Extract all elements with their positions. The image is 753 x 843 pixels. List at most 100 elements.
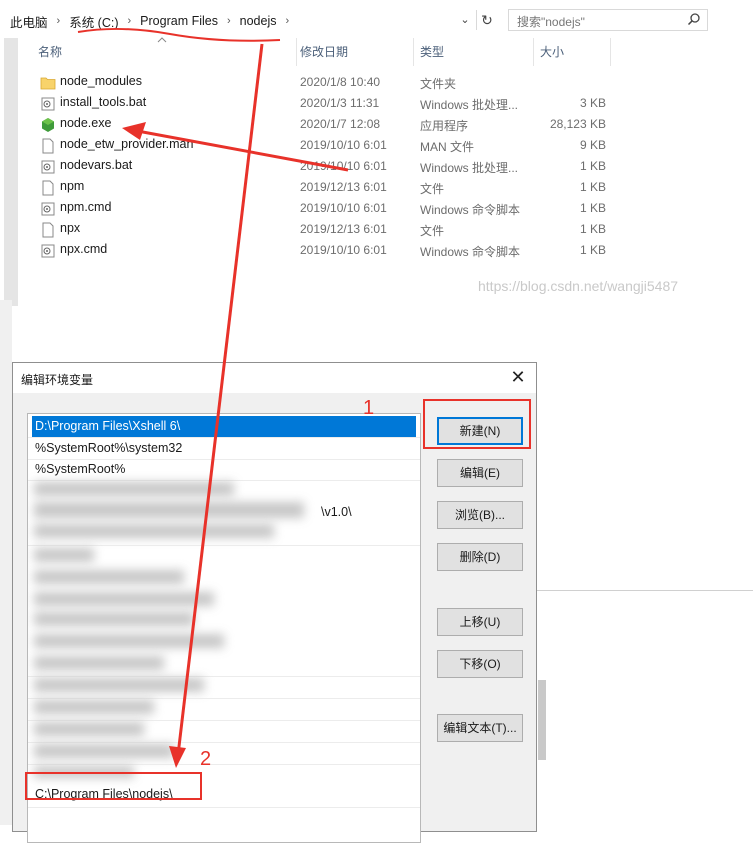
path-list[interactable]: D:\Program Files\Xshell 6\ %SystemRoot%\… xyxy=(27,413,421,843)
watermark-text: https://blog.csdn.net/wangji5487 xyxy=(478,278,679,294)
file-date: 2020/1/7 12:08 xyxy=(300,117,381,131)
file-name: npm xyxy=(60,179,85,193)
close-icon[interactable]: ✕ xyxy=(506,366,530,390)
file-type: MAN 文件 xyxy=(420,140,475,154)
column-divider[interactable] xyxy=(296,38,297,66)
list-item-systemroot[interactable]: %SystemRoot% xyxy=(32,459,416,480)
file-row[interactable]: npm.cmd 2019/10/10 6:01 Windows 命令脚本 1 K… xyxy=(30,198,630,219)
file-type: 文件夹 xyxy=(420,77,457,91)
file-row[interactable]: node.exe 2020/1/7 12:08 应用程序 28,123 KB xyxy=(30,114,630,135)
background-window-edge xyxy=(0,300,12,825)
file-row[interactable]: node_etw_provider.man 2019/10/10 6:01 MA… xyxy=(30,135,630,156)
file-size: 1 KB xyxy=(579,159,606,173)
list-divider xyxy=(28,676,420,677)
list-divider xyxy=(28,720,420,721)
blurred-entry xyxy=(34,722,144,736)
file-row[interactable]: npm 2019/12/13 6:01 文件 1 KB xyxy=(30,177,630,198)
dialog-titlebar[interactable]: 编辑环境变量 ✕ xyxy=(13,363,536,393)
new-button[interactable]: 新建(N) xyxy=(437,417,523,445)
list-divider xyxy=(28,480,420,481)
file-size: 3 KB xyxy=(579,96,606,110)
column-type[interactable]: 类型 xyxy=(420,38,444,66)
blurred-entry xyxy=(34,766,134,778)
search-placeholder: 搜索"nodejs" xyxy=(517,15,585,29)
breadcrumb-nodejs[interactable]: nodejs xyxy=(236,14,281,28)
navigation-pane-edge xyxy=(4,38,18,306)
folder-icon xyxy=(40,77,56,90)
blurred-entry xyxy=(34,700,154,714)
edit-text-button[interactable]: 编辑文本(T)... xyxy=(437,714,523,742)
breadcrumb-system-c[interactable]: 系统 (C:) xyxy=(65,12,122,31)
file-date: 2020/1/3 11:31 xyxy=(300,96,380,110)
list-divider xyxy=(28,742,420,743)
file-name: nodevars.bat xyxy=(60,158,133,172)
blurred-entry xyxy=(34,482,234,496)
blurred-entry xyxy=(34,548,94,562)
column-divider[interactable] xyxy=(533,38,534,66)
column-date[interactable]: 修改日期 xyxy=(300,38,348,66)
file-date: 2020/1/8 10:40 xyxy=(300,75,381,89)
list-item-powershell-fragment[interactable]: \v1.0\ xyxy=(318,502,408,523)
column-headers: 名称 修改日期 类型 大小 xyxy=(0,37,753,66)
blurred-entry xyxy=(34,744,174,758)
breadcrumb: 此电脑 › 系统 (C:) › Program Files › nodejs › xyxy=(6,12,294,30)
file-size: 1 KB xyxy=(579,201,606,215)
file-row[interactable]: npx.cmd 2019/10/10 6:01 Windows 命令脚本 1 K… xyxy=(30,240,630,261)
column-size[interactable]: 大小 xyxy=(540,38,564,66)
list-divider xyxy=(28,764,420,765)
file-name: npx xyxy=(60,221,81,235)
edit-env-var-dialog: 编辑环境变量 ✕ D:\Program Files\Xshell 6\ %Sys… xyxy=(12,362,537,843)
address-history-dropdown-icon[interactable]: ⌄ xyxy=(457,12,473,28)
chevron-right-icon: › xyxy=(127,15,132,27)
blurred-entry xyxy=(34,592,214,606)
file-name: install_tools.bat xyxy=(60,95,147,109)
file-size: 9 KB xyxy=(579,138,606,152)
move-down-button[interactable]: 下移(O) xyxy=(437,650,523,678)
breadcrumb-this-pc[interactable]: 此电脑 xyxy=(6,12,52,31)
file-date: 2019/10/10 6:01 xyxy=(300,201,387,215)
list-divider xyxy=(28,807,420,808)
scrollbar-thumb[interactable] xyxy=(538,680,546,760)
file-row[interactable]: npx 2019/12/13 6:01 文件 1 KB xyxy=(30,219,630,240)
file-name: node.exe xyxy=(60,116,112,130)
list-item-system32[interactable]: %SystemRoot%\system32 xyxy=(32,438,416,459)
address-bar[interactable]: 此电脑 › 系统 (C:) › Program Files › nodejs ›… xyxy=(0,0,753,38)
batch-file-icon xyxy=(41,244,55,258)
file-date: 2019/12/13 6:01 xyxy=(300,222,387,236)
list-item-nodejs[interactable]: C:\Program Files\nodejs\ xyxy=(32,784,416,805)
file-icon xyxy=(42,138,54,154)
blurred-entry xyxy=(34,524,274,538)
edit-button[interactable]: 编辑(E) xyxy=(437,459,523,487)
file-name: npm.cmd xyxy=(60,200,112,214)
file-size: 1 KB xyxy=(579,243,606,257)
file-type: 文件 xyxy=(420,224,445,238)
browse-button[interactable]: 浏览(B)... xyxy=(437,501,523,529)
column-name[interactable]: 名称 xyxy=(38,38,62,66)
search-icon xyxy=(687,13,700,26)
file-row[interactable]: node_modules 2020/1/8 10:40 文件夹 xyxy=(30,72,630,93)
file-icon xyxy=(42,222,54,238)
background-divider xyxy=(537,590,753,591)
node-exe-icon xyxy=(42,118,54,132)
file-icon xyxy=(42,180,54,196)
dialog-title: 编辑环境变量 xyxy=(21,373,94,387)
file-size: 1 KB xyxy=(579,222,606,236)
file-row[interactable]: nodevars.bat 2019/10/10 6:01 Windows 批处理… xyxy=(30,156,630,177)
list-divider xyxy=(28,698,420,699)
breadcrumb-program-files[interactable]: Program Files xyxy=(136,14,222,28)
blurred-entry xyxy=(34,612,194,626)
column-divider[interactable] xyxy=(610,38,611,66)
blurred-entry xyxy=(34,502,304,518)
column-divider[interactable] xyxy=(413,38,414,66)
delete-button[interactable]: 删除(D) xyxy=(437,543,523,571)
file-type: 文件 xyxy=(420,182,445,196)
list-item-xshell[interactable]: D:\Program Files\Xshell 6\ xyxy=(32,416,416,437)
refresh-icon[interactable]: ↻ xyxy=(476,10,497,30)
file-date: 2019/10/10 6:01 xyxy=(300,138,387,152)
search-box[interactable]: 搜索"nodejs" xyxy=(508,9,708,31)
file-row[interactable]: install_tools.bat 2020/1/3 11:31 Windows… xyxy=(30,93,630,114)
move-up-button[interactable]: 上移(U) xyxy=(437,608,523,636)
chevron-right-icon: › xyxy=(285,15,290,27)
chevron-right-icon: › xyxy=(56,15,61,27)
batch-file-icon xyxy=(41,97,55,111)
